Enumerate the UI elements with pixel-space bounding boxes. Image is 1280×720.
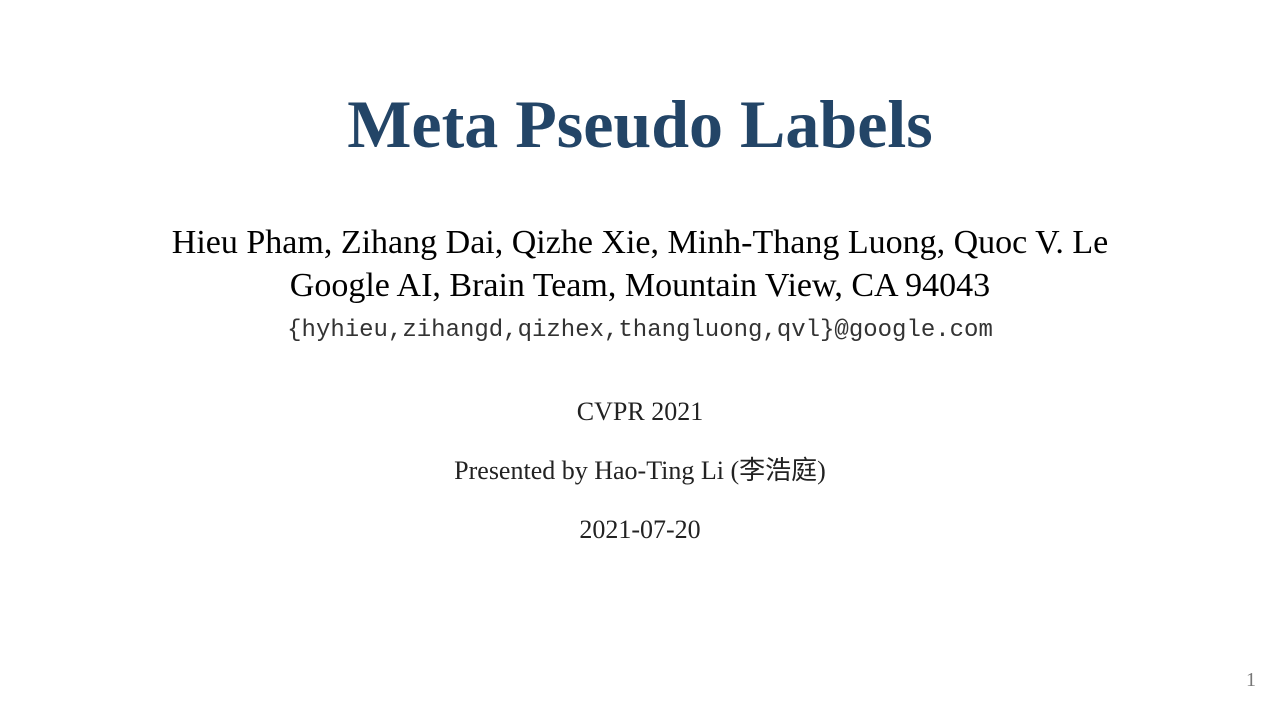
author-list: Hieu Pham, Zihang Dai, Qizhe Xie, Minh-T… (171, 224, 1109, 261)
affiliation: Google AI, Brain Team, Mountain View, CA… (289, 267, 991, 304)
page-number: 1 (1246, 669, 1256, 691)
presentation-date: 2021-07-20 (579, 515, 701, 544)
author-emails: {hyhieu,zihangd,qizhex,thangluong,qvl}@g… (287, 317, 993, 344)
slide-title: Meta Pseudo Labels (347, 86, 933, 162)
conference-venue: CVPR 2021 (576, 397, 704, 426)
title-slide: Meta Pseudo Labels Hieu Pham, Zihang Dai… (0, 0, 1280, 720)
presenter-line: Presented by Hao-Ting Li (李浩庭) (454, 456, 826, 485)
